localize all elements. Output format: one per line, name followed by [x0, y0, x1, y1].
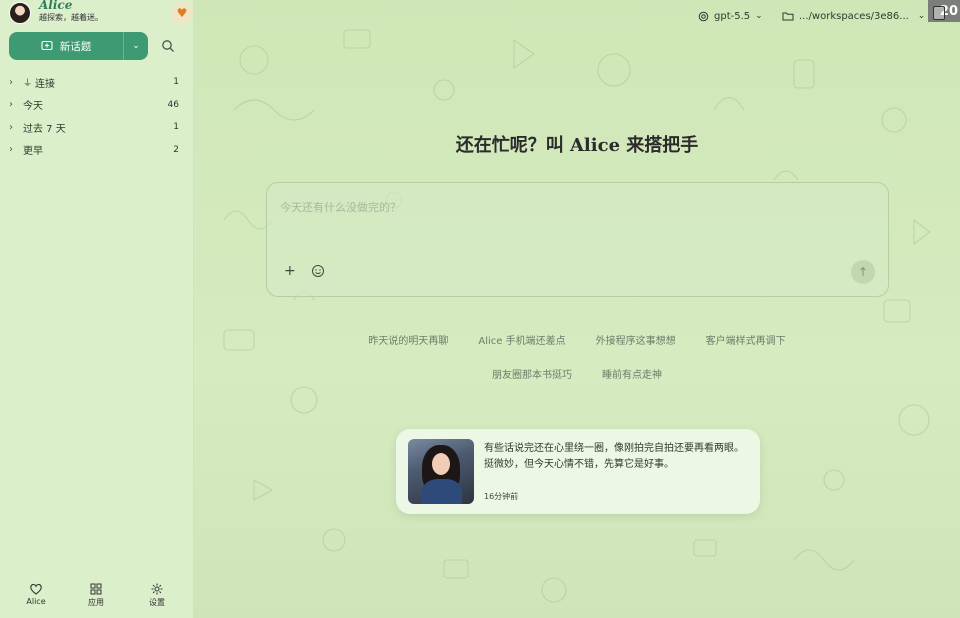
suggestion-chip[interactable]: 朋友圈那本书挺巧: [488, 364, 576, 383]
attach-plus-icon[interactable]: +: [284, 263, 296, 279]
workspace-selector[interactable]: .../workspaces/3e86... ⌄: [782, 8, 925, 24]
plug-icon: ⏚: [23, 78, 33, 89]
model-name: gpt-5.5: [714, 10, 751, 22]
hero-title: 还在忙呢？叫 Alice 来搭把手: [455, 135, 699, 156]
new-topic-label: 新话题: [59, 40, 92, 53]
workspace-path: .../workspaces/3e86...: [799, 10, 909, 22]
sidebar-item-label: 连接: [35, 78, 56, 90]
chevron-down-icon: ⌄: [917, 11, 926, 21]
memo-text: 有些话说完还在心里绕一圈，像刚拍完自拍还要再看两眼。挺微妙，但今天心情不错，先算…: [484, 443, 744, 470]
chevron-down-icon: ⌄: [755, 11, 763, 21]
memo-photo: [408, 439, 474, 504]
bottom-settings-button[interactable]: 设置: [137, 582, 177, 608]
sidebar-item-earlier[interactable]: › 更早 2: [9, 139, 185, 162]
composer-input[interactable]: 今天还有什么没做完的？: [280, 199, 401, 215]
gear-icon: [151, 583, 163, 595]
avatar[interactable]: [9, 2, 31, 24]
sidebar-item-count: 1: [173, 77, 179, 88]
sidebar-item-label: 更早: [23, 146, 43, 158]
chevron-right-icon: ›: [9, 144, 13, 156]
folder-icon: [782, 12, 794, 21]
doodle-background: [223, 29, 931, 603]
brand-tagline: 越探索，越着迷。: [39, 13, 103, 22]
suggestion-chip[interactable]: Alice 手机端还差点: [474, 330, 569, 349]
chevron-right-icon: ›: [9, 99, 13, 111]
bottom-apps-button[interactable]: 应用: [76, 582, 116, 608]
conversation-groups: › ⏚ 连接 1 › 今天 46 › 过去 7 天 1 › 更早 2: [9, 71, 185, 161]
suggestion-chip[interactable]: 睡前有点走神: [598, 364, 666, 383]
new-topic-button[interactable]: 新话题 ⌄: [9, 32, 148, 60]
memo-timestamp: 16分钟前: [484, 492, 519, 501]
suggestion-chip[interactable]: 昨天说的明天再聊: [364, 330, 452, 349]
bottom-label: 设置: [149, 598, 165, 607]
sidebar-item-count: 46: [167, 99, 179, 110]
chevron-down-icon: ⌄: [132, 41, 140, 51]
suggestion-row-2: 朋友圈那本书挺巧 睡前有点走神: [194, 356, 960, 390]
chevron-right-icon: ›: [9, 121, 13, 133]
suggestion-row-1: 昨天说的明天再聊 Alice 手机端还差点 外接程序这事想想 客户端样式再调下: [194, 322, 960, 356]
sidebar-item-label: 今天: [23, 101, 43, 113]
new-topic-main[interactable]: 新话题: [9, 32, 123, 60]
main-area: gpt-5.5 ⌄ .../workspaces/3e86... ⌄ 20 还在…: [194, 0, 960, 618]
brand: Alice 越探索，越着迷。 ♥: [9, 0, 193, 26]
new-topic-dropdown[interactable]: ⌄: [123, 32, 148, 60]
suggestion-chip[interactable]: 外接程序这事想想: [592, 330, 680, 349]
openai-icon: [698, 11, 709, 21]
sidebar-item-count: 1: [173, 122, 179, 133]
search-icon: [162, 40, 174, 52]
heart-icon: ♥: [176, 6, 188, 20]
sidebar-item-connections[interactable]: › ⏚ 连接 1: [9, 71, 185, 94]
sidebar-item-past-7-days[interactable]: › 过去 7 天 1: [9, 116, 185, 139]
favorite-button[interactable]: ♥: [171, 2, 193, 24]
sidebar-item-today[interactable]: › 今天 46: [9, 94, 185, 117]
chevron-right-icon: ›: [9, 76, 13, 88]
bottom-alice-button[interactable]: Alice: [16, 582, 56, 606]
memo-card[interactable]: 有些话说完还在心里绕一圈，像刚拍完自拍还要再看两眼。挺微妙，但今天心情不错，先算…: [396, 429, 760, 514]
emoji-icon[interactable]: [311, 264, 325, 278]
composer[interactable]: 今天还有什么没做完的？ + ↑: [266, 182, 889, 297]
arrow-up-icon: ↑: [857, 265, 869, 279]
sidebar-item-label: 过去 7 天: [23, 123, 66, 135]
bottom-label: 应用: [88, 598, 104, 607]
bottom-label: Alice: [26, 597, 46, 606]
apps-grid-icon: [90, 583, 102, 595]
sidebar: Alice 越探索，越着迷。 ♥ 新话题 ⌄ › ⏚ 连接 1 › 今天 46 …: [0, 0, 194, 618]
send-button[interactable]: ↑: [851, 260, 875, 284]
model-selector[interactable]: gpt-5.5 ⌄: [698, 8, 763, 24]
panel-toggle-icon[interactable]: [933, 6, 945, 20]
sidebar-item-count: 2: [173, 144, 179, 155]
sidebar-bottom-bar: Alice 应用 设置: [0, 582, 194, 612]
new-chat-icon: [41, 40, 53, 51]
search-button[interactable]: [161, 38, 177, 54]
suggestion-chip[interactable]: 客户端样式再调下: [702, 330, 790, 349]
suggestion-chips: 昨天说的明天再聊 Alice 手机端还差点 外接程序这事想想 客户端样式再调下 …: [194, 322, 960, 390]
brand-name: Alice: [39, 0, 73, 12]
heart-icon: [30, 583, 42, 595]
